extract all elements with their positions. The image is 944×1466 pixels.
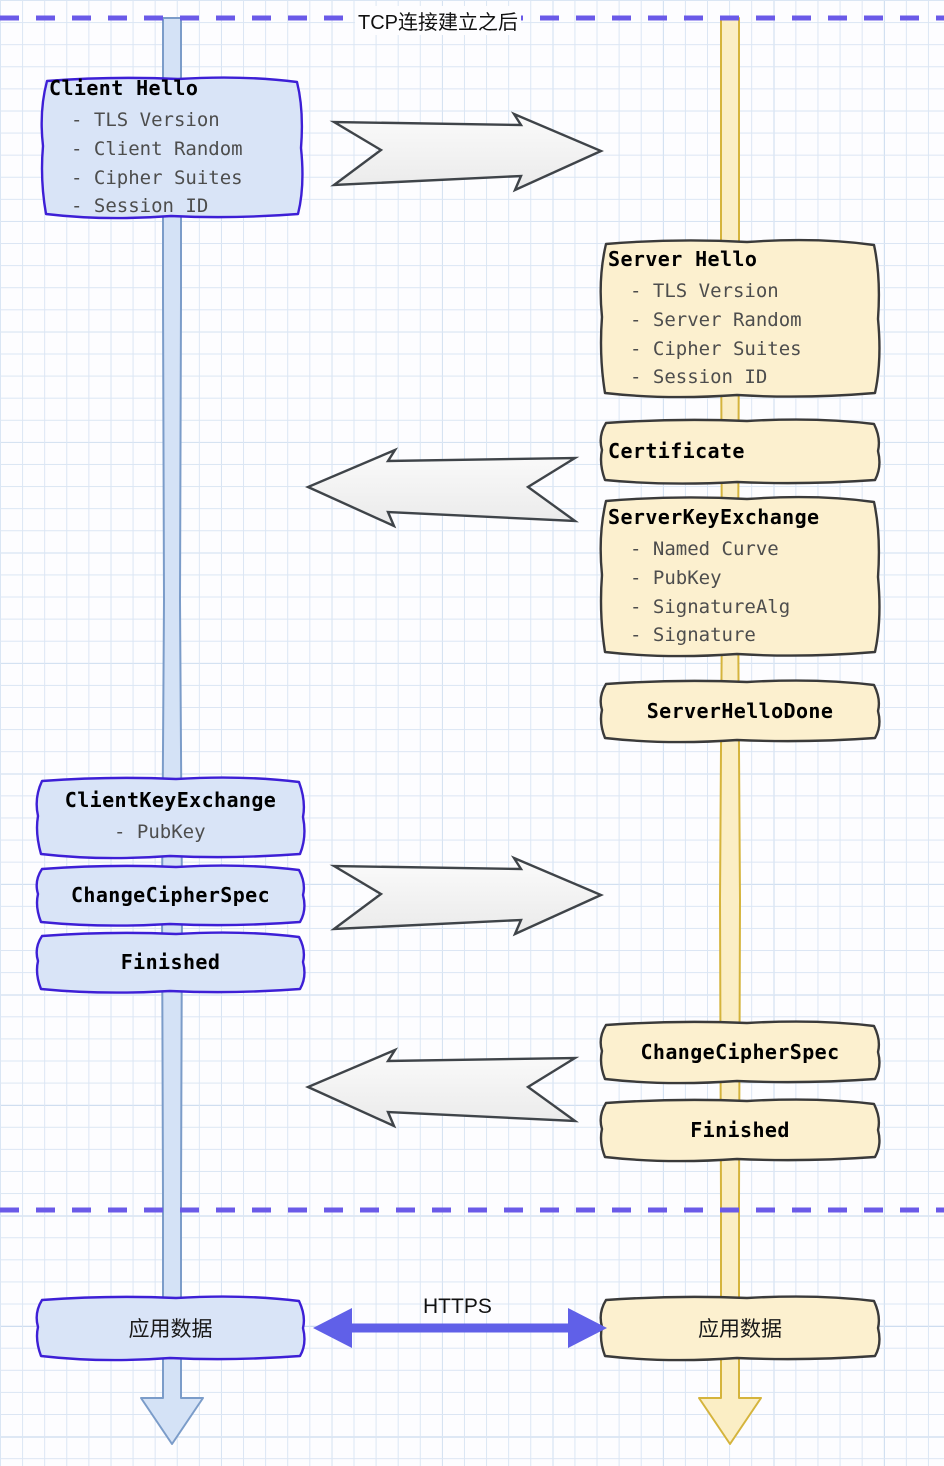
message-title: ServerKeyExchange (608, 504, 820, 529)
box-content: Server Hello - TLS Version - Server Rand… (592, 245, 888, 393)
box-content: ServerKeyExchange - Named Curve - PubKey… (592, 503, 888, 651)
bullet-item: - Client Random (71, 137, 243, 160)
server-message-box-server-hello[interactable]: Server Hello - TLS Version - Server Rand… (592, 232, 888, 405)
box-content: ServerHelloDone (592, 697, 888, 726)
server-message-box-server-key-exchange[interactable]: ServerKeyExchange - Named Curve - PubKey… (592, 489, 888, 664)
bullet-item: - SignatureAlg (630, 595, 791, 618)
message-title: Finished (690, 1117, 790, 1142)
message-bullets: - Named Curve - PubKey - SignatureAlg - … (608, 535, 872, 651)
message-title: Certificate (608, 438, 745, 463)
message-bullets: - PubKey (44, 818, 297, 847)
bullet-item: - Cipher Suites (71, 166, 243, 189)
message-title: Server Hello (608, 246, 758, 271)
https-protocol-label: HTTPS (423, 1295, 492, 1318)
message-title: ChangeCipherSpec (70, 882, 271, 907)
box-content: ChangeCipherSpec (592, 1038, 888, 1067)
bullet-item: - Server Random (630, 308, 802, 331)
application-data-label: 应用数据 (698, 1318, 782, 1341)
bullet-item: - Signature (630, 624, 756, 647)
box-content: ChangeCipherSpec (28, 881, 313, 910)
message-title: Client Hello (49, 75, 199, 100)
bullet-item: - Cipher Suites (630, 337, 802, 360)
box-content: ClientKeyExchange - PubKey (28, 786, 313, 847)
bullet-item: - TLS Version (71, 108, 220, 131)
message-title: ChangeCipherSpec (640, 1039, 840, 1064)
bullet-item: - PubKey (630, 566, 722, 589)
message-title: ClientKeyExchange (64, 788, 277, 813)
bullet-item: - Named Curve (630, 537, 779, 560)
tls-handshake-diagram: TCP连接建立之后 Client Hello - TLS Version - C… (0, 0, 944, 1466)
box-content: Certificate (592, 437, 888, 466)
bullet-item: - PubKey (114, 821, 206, 844)
box-content: 应用数据 (28, 1313, 313, 1343)
box-content: Client Hello - TLS Version - Client Rand… (33, 74, 311, 222)
bullet-item: - Session ID (630, 366, 768, 389)
bullet-item: - TLS Version (630, 279, 779, 302)
box-content: 应用数据 (592, 1313, 888, 1343)
box-content: Finished (28, 948, 313, 977)
message-title: ServerHelloDone (646, 698, 834, 723)
message-title: Finished (120, 949, 221, 974)
bullet-item: - Session ID (71, 195, 209, 218)
client-message-box-client-hello[interactable]: Client Hello - TLS Version - Client Rand… (33, 70, 311, 225)
application-data-label: 应用数据 (128, 1318, 213, 1341)
message-bullets: - TLS Version - Server Random - Cipher S… (608, 277, 872, 393)
message-bullets: - TLS Version - Client Random - Cipher S… (49, 106, 295, 222)
box-content: Finished (592, 1116, 888, 1145)
